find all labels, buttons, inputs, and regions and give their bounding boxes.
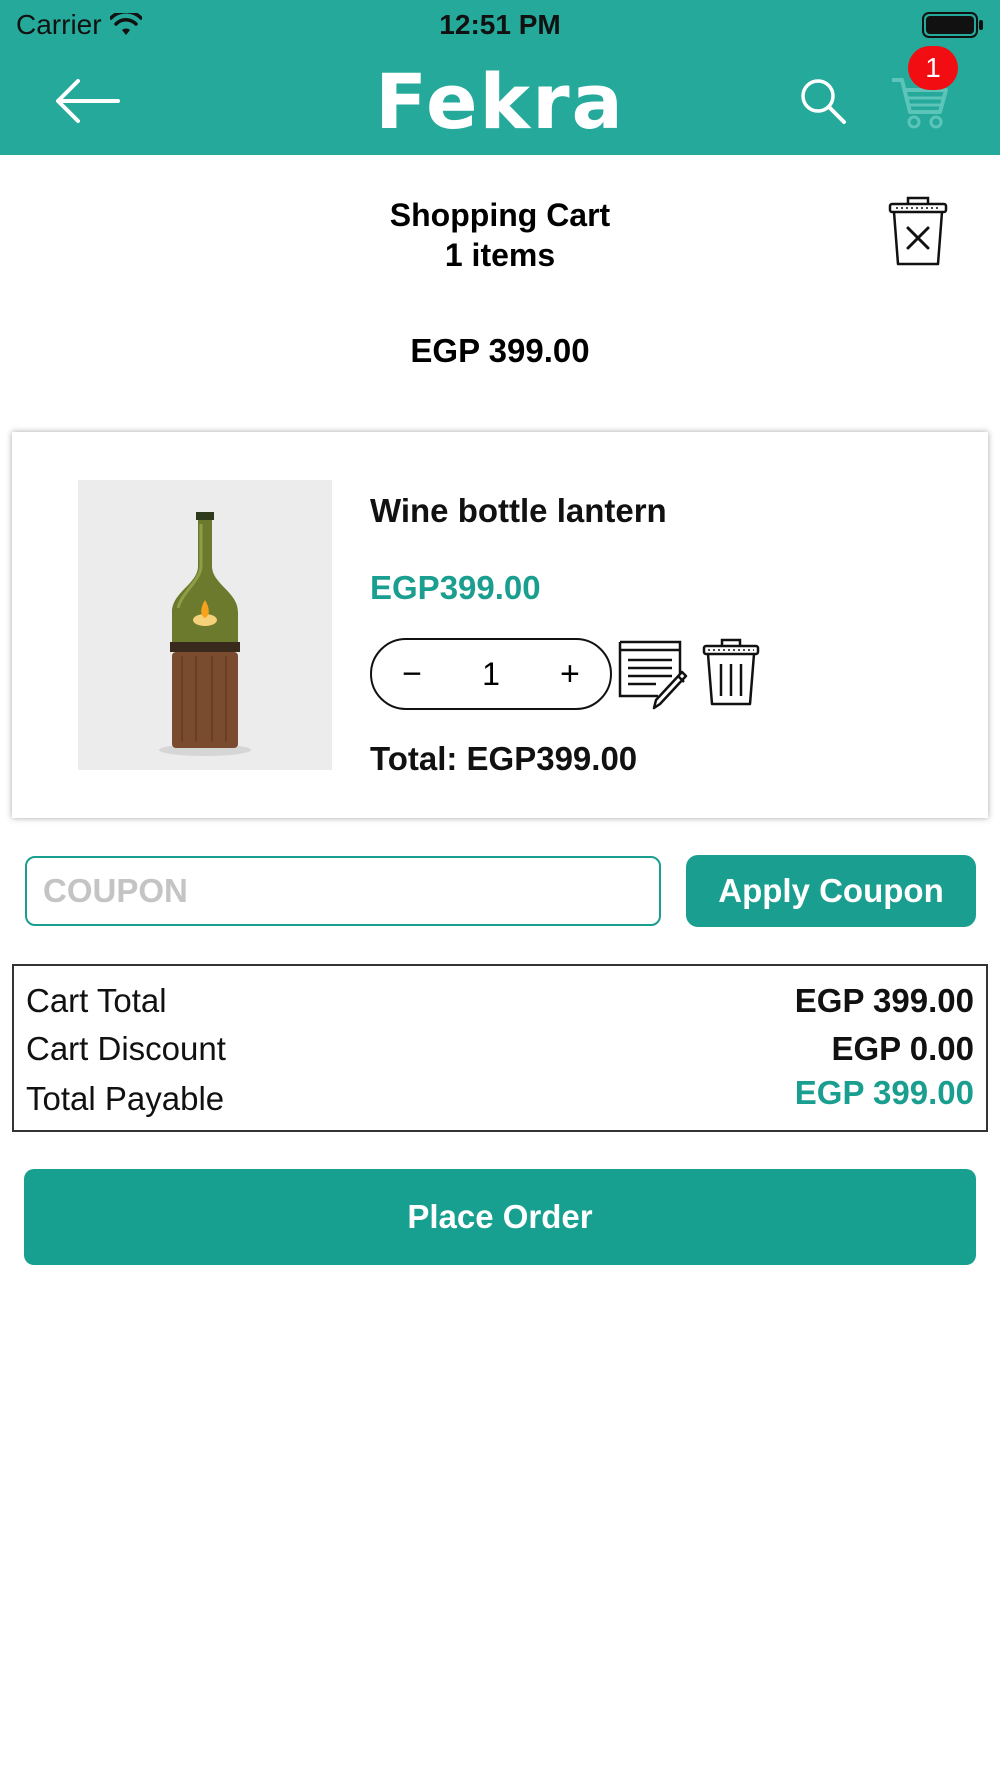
total-payable-label: Total Payable [26, 1080, 225, 1117]
search-icon[interactable] [798, 76, 848, 126]
clear-cart-icon[interactable] [886, 194, 950, 268]
apply-coupon-button[interactable]: Apply Coupon [686, 855, 976, 927]
order-summary: Cart Total EGP 399.00 Cart Discount EGP … [12, 964, 988, 1132]
logo-text: Fekra [375, 57, 625, 146]
status-time: 12:51 PM [439, 9, 561, 40]
cart-item-card: Wine bottle lantern EGP399.00 − 1 + Tota… [12, 432, 988, 818]
coupon-input[interactable] [25, 856, 661, 926]
status-bar: Carrier 12:51 PM [0, 0, 1000, 50]
item-total: Total: EGP399.00 [370, 740, 638, 777]
cart-total-value: EGP 399.00 [794, 982, 974, 1019]
summary-row-cart-discount: Cart Discount EGP 0.00 [26, 1030, 974, 1068]
product-name[interactable]: Wine bottle lantern [370, 492, 667, 530]
page-title: Shopping Cart [389, 197, 611, 233]
cart-count-badge: 1 [908, 46, 958, 90]
cart-title-block: Shopping Cart 1 items [0, 195, 1000, 275]
wine-bottle-lantern-image [78, 480, 332, 770]
decrement-button[interactable]: − [392, 655, 432, 694]
total-payable-value: EGP 399.00 [794, 1074, 974, 1111]
quantity-value: 1 [482, 655, 500, 692]
summary-row-total-payable: Total Payable EGP 399.00 [26, 1074, 974, 1118]
cart-discount-label: Cart Discount [26, 1030, 226, 1067]
delete-item-icon[interactable] [702, 638, 760, 708]
edit-note-icon[interactable] [616, 636, 692, 712]
increment-button[interactable]: + [550, 655, 590, 694]
place-order-button[interactable]: Place Order [24, 1169, 976, 1265]
cart-discount-value: EGP 0.00 [831, 1030, 975, 1067]
product-image[interactable] [78, 480, 332, 770]
summary-row-cart-total: Cart Total EGP 399.00 [26, 982, 974, 1020]
quantity-stepper: − 1 + [370, 638, 612, 710]
battery-icon [922, 12, 983, 38]
cart-amount: EGP 399.00 [410, 332, 590, 369]
cart-total-label: Cart Total [26, 982, 167, 1019]
app-header: Carrier 12:51 PM Fekra 1 [0, 0, 1000, 155]
cart-items-count: 1 items [444, 237, 556, 273]
app-logo: Fekra [362, 64, 638, 140]
back-arrow-icon[interactable] [52, 78, 122, 124]
product-price: EGP399.00 [370, 569, 541, 606]
